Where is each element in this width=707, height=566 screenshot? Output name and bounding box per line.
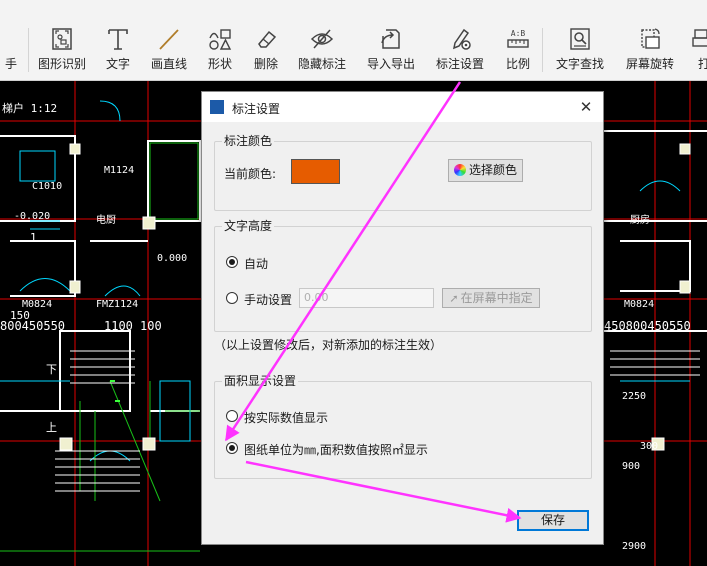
- eye-hidden-icon: [310, 29, 334, 49]
- color-group-title: 标注颜色: [222, 132, 275, 149]
- actual-value-radio[interactable]: [226, 410, 238, 422]
- toolbar-scale-button[interactable]: A:B 比例: [503, 26, 533, 76]
- toolbar-partial-button[interactable]: 手: [0, 26, 24, 76]
- dimension-text: 300: [640, 441, 659, 452]
- auto-height-label: 自动: [244, 257, 269, 271]
- dimension-text: 100: [140, 319, 162, 333]
- app-icon: [210, 100, 224, 114]
- auto-height-radio[interactable]: [226, 256, 238, 268]
- toolbar-annotation-settings-button[interactable]: 标注设置: [434, 26, 486, 76]
- shapes-icon: [209, 29, 232, 50]
- cad-text: 厨房: [630, 215, 650, 226]
- dimension-text: 1100: [104, 319, 133, 333]
- sqm-display-radio[interactable]: [226, 442, 238, 454]
- dimension-text: 900: [622, 461, 641, 472]
- toolbar-text-button[interactable]: 文字: [100, 26, 136, 76]
- actual-value-label: 按实际数值显示: [244, 411, 329, 425]
- manual-height-label: 手动设置: [244, 293, 293, 307]
- dialog-title: 标注设置: [232, 102, 281, 116]
- cad-text: FMZ1124: [96, 299, 139, 310]
- toolbar-line-button[interactable]: 画直线: [148, 26, 190, 76]
- annotation-settings-dialog: 标注设置 ✕ 标注颜色 当前颜色: 选择颜色 文字高度 自动 手动设置 0.00…: [201, 91, 604, 545]
- toolbar-hide-annotations-button[interactable]: 隐藏标注: [296, 26, 348, 76]
- save-button[interactable]: 保存: [517, 510, 589, 531]
- settings-note: （以上设置修改后，对新添加的标注生效）: [214, 338, 443, 352]
- cad-text: 下: [46, 363, 57, 376]
- toolbar: 手 图形识别 文字 画直线 形状 删除 隐藏标注 导入导出 标注设置 A:B 比…: [0, 0, 707, 81]
- svg-text:A:B: A:B: [511, 29, 526, 38]
- cad-text: 1: [30, 231, 37, 244]
- import-export-icon: [381, 29, 400, 49]
- text-search-icon: [570, 28, 590, 50]
- cad-text: M1124: [104, 165, 135, 176]
- cad-text: M0824: [624, 299, 655, 310]
- toolbar-separator: [542, 28, 543, 72]
- text-height-group-title: 文字高度: [222, 217, 275, 234]
- choose-color-button[interactable]: 选择颜色: [448, 159, 523, 182]
- text-height-group: [214, 226, 592, 332]
- toolbar-shape-recognize-button[interactable]: 图形识别: [36, 26, 88, 76]
- manual-height-radio[interactable]: [226, 292, 238, 304]
- scale-icon: A:B: [507, 29, 529, 48]
- current-color-swatch: [291, 159, 340, 184]
- toolbar-separator: [28, 28, 29, 72]
- cad-text: 电厨: [96, 215, 116, 226]
- hand-icon: [0, 26, 24, 52]
- toolbar-print-button[interactable]: 打: [692, 26, 707, 76]
- print-icon: [692, 29, 707, 47]
- cad-text: 0.000: [157, 253, 188, 264]
- line-icon: [159, 29, 179, 50]
- cad-text: 梯户 1:12: [2, 102, 58, 115]
- annotation-settings-icon: [452, 28, 471, 50]
- cad-text: 上: [46, 421, 57, 434]
- toolbar-text-search-button[interactable]: 文字查找: [554, 26, 606, 76]
- toolbar-import-export-button[interactable]: 导入导出: [365, 26, 417, 76]
- dimension-text: 450800450550: [604, 319, 691, 333]
- text-icon: [108, 29, 128, 50]
- toolbar-screen-rotate-button[interactable]: 屏幕旋转: [624, 26, 676, 76]
- dialog-title-bar[interactable]: 标注设置 ✕: [202, 92, 603, 122]
- toolbar-delete-button[interactable]: 删除: [250, 26, 282, 76]
- sqm-display-label: 图纸单位为㎜,面积数值按照㎡显示: [244, 443, 428, 457]
- shape-recognize-icon: [52, 28, 72, 50]
- area-display-group-title: 面积显示设置: [222, 372, 299, 389]
- eraser-icon: [258, 30, 277, 48]
- pick-on-screen-button[interactable]: ➚ 在屏幕中指定: [442, 288, 540, 308]
- cad-text: C1010: [32, 181, 63, 192]
- cad-text: -0.020: [14, 211, 51, 222]
- toolbar-shapes-button[interactable]: 形状: [204, 26, 236, 76]
- cursor-icon: ➚: [449, 292, 459, 305]
- manual-height-input[interactable]: 0.00: [299, 288, 434, 308]
- close-icon[interactable]: ✕: [573, 95, 599, 119]
- dimension-text: 2250: [622, 391, 647, 402]
- dimension-text: 800450550: [0, 319, 66, 333]
- screen-rotate-icon: [641, 28, 660, 49]
- dimension-text: 2900: [622, 541, 647, 552]
- color-wheel-icon: [453, 164, 466, 176]
- area-display-group: [214, 381, 592, 479]
- current-color-label: 当前颜色:: [224, 167, 277, 181]
